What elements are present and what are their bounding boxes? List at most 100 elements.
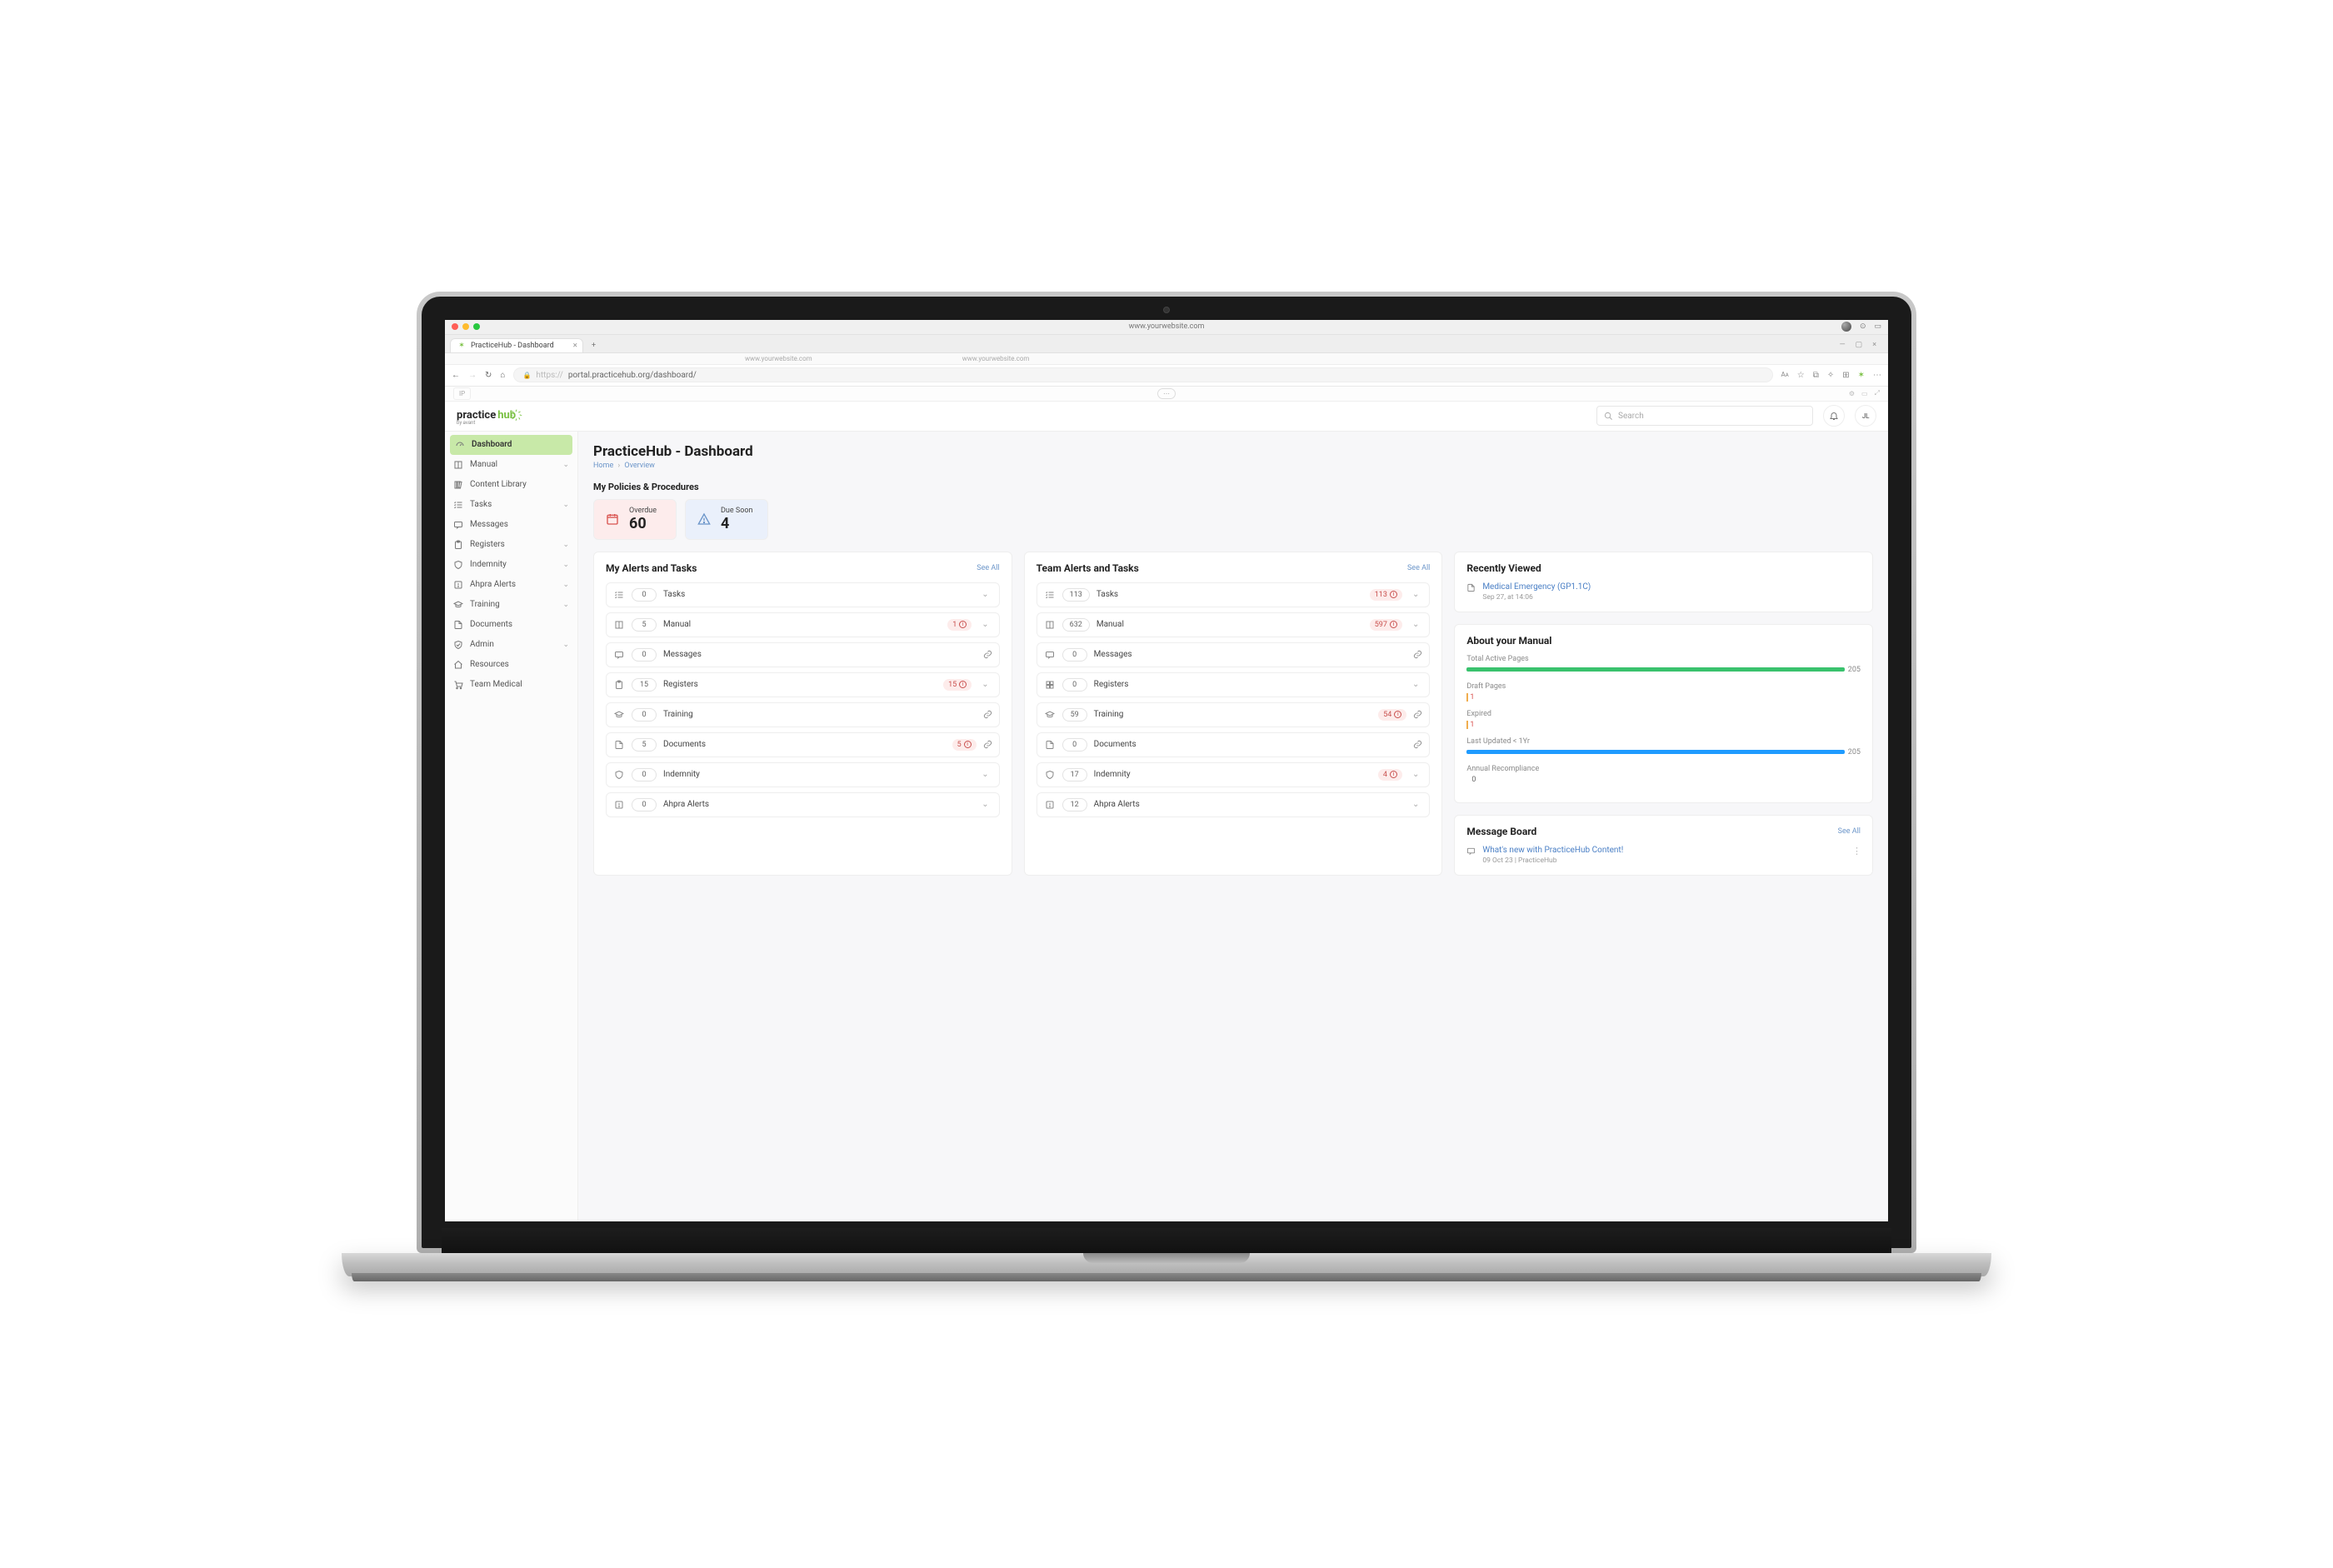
extensions-icon[interactable]: ⊞ (1842, 371, 1849, 380)
recent-item[interactable]: Medical Emergency (GP1.1C) Sep 27, at 14… (1466, 582, 1861, 602)
ext-puzzle-icon[interactable]: ✶ (1858, 371, 1865, 380)
team-alert-row-training[interactable]: 59Training54 i (1037, 702, 1431, 727)
browser-close-icon[interactable]: × (1872, 341, 1876, 349)
my-alert-row-training[interactable]: 0Training (606, 702, 1000, 727)
nav-refresh-icon[interactable]: ↻ (485, 371, 492, 380)
link-icon[interactable] (1413, 710, 1422, 719)
sidebar-item-registers[interactable]: Registers⌄ (445, 535, 577, 555)
sidebar-item-messages[interactable]: Messages (445, 515, 577, 535)
my-alert-row-indemnity[interactable]: 0Indemnity⌄ (606, 762, 1000, 787)
chevron-down-icon[interactable]: ⌄ (1409, 800, 1422, 809)
team-alert-row-messages[interactable]: 0Messages (1037, 642, 1431, 667)
link-icon[interactable] (983, 740, 992, 749)
sidebar-item-dashboard[interactable]: Dashboard (450, 435, 572, 455)
reader-icon[interactable]: Aᴀ (1781, 371, 1789, 380)
chevron-down-icon[interactable]: ⌄ (978, 770, 992, 779)
team-alert-row-tasks[interactable]: 113Tasks113 i⌄ (1037, 582, 1431, 607)
bookmark-item[interactable]: IP (453, 387, 471, 400)
msg-item-more-icon[interactable]: ⋮ (1852, 846, 1861, 856)
link-icon[interactable] (1413, 740, 1422, 749)
address-field[interactable]: 🔒 https:// portal.practicehub.org/dashbo… (513, 367, 1772, 382)
bkm-card-icon[interactable]: ▭ (1861, 390, 1868, 397)
sidebar-item-tasks[interactable]: Tasks⌄ (445, 495, 577, 515)
chevron-down-icon[interactable]: ⌄ (1409, 680, 1422, 689)
see-all-team-alerts[interactable]: See All (1407, 564, 1430, 572)
nav-back-icon[interactable]: ← (452, 371, 460, 380)
sidebar-item-team-medical[interactable]: Team Medical (445, 675, 577, 695)
chevron-down-icon: ⌄ (562, 541, 569, 549)
kpi-overdue[interactable]: Overdue 60 (593, 499, 677, 540)
notifications-button[interactable] (1823, 405, 1845, 427)
traffic-lights[interactable] (452, 323, 480, 330)
sidebar-item-admin[interactable]: Admin⌄ (445, 635, 577, 655)
my-alert-row-registers[interactable]: 15Registers15 i⌄ (606, 672, 1000, 697)
chevron-down-icon[interactable]: ⌄ (1409, 770, 1422, 779)
nav-forward-icon[interactable]: → (468, 371, 477, 380)
my-alert-row-documents[interactable]: 5Documents5 i (606, 732, 1000, 757)
alert-row-label: Training (663, 710, 977, 719)
team-alert-row-documents[interactable]: 0Documents (1037, 732, 1431, 757)
link-icon[interactable] (1413, 650, 1422, 659)
chevron-down-icon[interactable]: ⌄ (978, 680, 992, 689)
sidebar-item-manual[interactable]: Manual⌄ (445, 455, 577, 475)
sidebar-item-documents[interactable]: Documents (445, 615, 577, 635)
my-alert-row-ahpra-alerts[interactable]: 0Ahpra Alerts⌄ (606, 792, 1000, 817)
kpi-due-soon[interactable]: Due Soon 4 (685, 499, 768, 540)
metric-value: 1 (1466, 693, 1861, 702)
see-all-msg-board[interactable]: See All (1838, 827, 1861, 836)
os-titlebar: www.yourwebsite.com ⊙ ▭ (445, 320, 1888, 335)
browser-max-icon[interactable]: ▢ (1856, 341, 1863, 349)
chevron-down-icon[interactable]: ⌄ (1409, 590, 1422, 599)
browser-min-icon[interactable]: — (1840, 341, 1846, 349)
sidebar-item-label: Dashboard (472, 440, 512, 449)
user-avatar-button[interactable]: JL (1855, 405, 1876, 427)
house-icon (453, 660, 463, 670)
panel-recently-viewed: Recently Viewed Medical Emergency (GP1.1 (1454, 552, 1873, 612)
new-tab-button[interactable]: + (587, 339, 601, 352)
my-alert-row-manual[interactable]: 5Manual1 i⌄ (606, 612, 1000, 637)
team-alert-row-indemnity[interactable]: 17Indemnity4 i⌄ (1037, 762, 1431, 787)
browser-tab-active[interactable]: ✶ PracticeHub - Dashboard × (450, 338, 583, 352)
team-alert-row-manual[interactable]: 632Manual597 i⌄ (1037, 612, 1431, 637)
bkm-more-icon[interactable]: ⤢ (1875, 389, 1880, 397)
policies-heading: My Policies & Procedures (593, 482, 1873, 492)
chevron-down-icon[interactable]: ⌄ (978, 620, 992, 629)
see-all-my-alerts[interactable]: See All (977, 564, 999, 572)
link-icon[interactable] (983, 650, 992, 659)
count-pill: 0 (632, 768, 657, 782)
search-input[interactable]: Search (1596, 406, 1813, 426)
link-icon[interactable] (983, 710, 992, 719)
os-tab-icon[interactable]: ▭ (1874, 322, 1881, 331)
breadcrumb-home[interactable]: Home (593, 462, 613, 470)
chevron-down-icon[interactable]: ⌄ (978, 800, 992, 809)
chevron-down-icon[interactable]: ⌄ (1409, 620, 1422, 629)
message-board-item[interactable]: What's new with PracticeHub Content! 09 … (1466, 846, 1861, 865)
warn-pill: 113 i (1370, 589, 1402, 601)
sidebar-icon[interactable]: ⧉ (1813, 371, 1819, 380)
collections-icon[interactable]: ✧ (1827, 371, 1834, 380)
bkm-gear-icon[interactable]: ⚙ (1849, 390, 1855, 397)
more-icon[interactable]: ⋯ (1873, 371, 1881, 380)
chevron-down-icon[interactable]: ⌄ (978, 590, 992, 599)
bkm-shield-icon[interactable]: ⋯ (1157, 388, 1176, 399)
sidebar-item-ahpra-alerts[interactable]: Ahpra Alerts⌄ (445, 575, 577, 595)
sidebar-item-content-library[interactable]: Content Library (445, 475, 577, 495)
my-alert-row-tasks[interactable]: 0Tasks⌄ (606, 582, 1000, 607)
app-logo[interactable]: practicehub҉ by avant (457, 407, 519, 426)
my-alert-row-messages[interactable]: 0Messages (606, 642, 1000, 667)
sidebar-item-indemnity[interactable]: Indemnity⌄ (445, 555, 577, 575)
os-menu-icon[interactable]: ⊙ (1860, 322, 1866, 331)
metric-last-updated-1yr: Last Updated < 1Yr205 (1466, 737, 1861, 757)
metric-expired: Expired 1 (1466, 710, 1861, 729)
sidebar-item-training[interactable]: Training⌄ (445, 595, 577, 615)
nav-home-icon[interactable]: ⌂ (500, 371, 505, 380)
star-icon[interactable]: ☆ (1797, 371, 1805, 380)
sidebar-item-resources[interactable]: Resources (445, 655, 577, 675)
alert-icon (453, 580, 463, 590)
os-avatar[interactable] (1841, 322, 1851, 332)
team-alert-row-ahpra-alerts[interactable]: 12Ahpra Alerts⌄ (1037, 792, 1431, 817)
team-alert-row-registers[interactable]: 0Registers⌄ (1037, 672, 1431, 697)
doc-icon (1044, 739, 1056, 751)
tab-close-icon[interactable]: × (573, 341, 577, 350)
metric-annual-recompliance: Annual Recompliance0 (1466, 765, 1861, 784)
